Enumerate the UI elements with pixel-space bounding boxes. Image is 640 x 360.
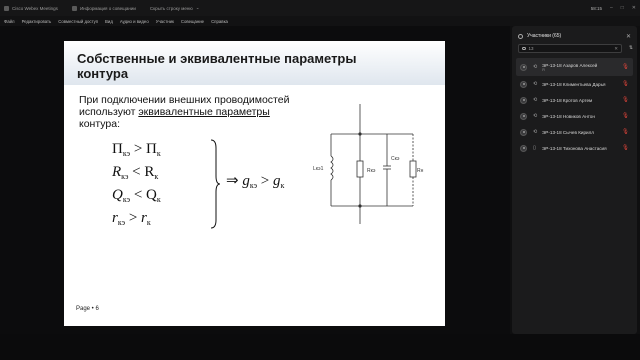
slide-page-number: Page • 6 bbox=[76, 306, 99, 312]
slide-underlined-term: эквивалентные параметры bbox=[138, 106, 270, 118]
formula-row: Rкэ < Rк bbox=[112, 164, 159, 181]
chevron-down-icon[interactable] bbox=[518, 33, 523, 39]
participants-title: Участники (65) bbox=[527, 33, 562, 39]
list-item[interactable]: ⟲ ЭР-13-18 Азаров Алексей Я 🎙︎ bbox=[516, 58, 633, 76]
participants-header: Участники (65) ✕ bbox=[518, 31, 631, 41]
muted-mic-icon[interactable]: 🎙︎ bbox=[622, 145, 629, 151]
sort-icon[interactable]: ⇅ bbox=[627, 44, 635, 53]
menu-edit[interactable]: Редактировать bbox=[22, 19, 52, 24]
menu-participant[interactable]: Участник bbox=[156, 19, 174, 24]
list-item[interactable]: ▯ ЭР-13-18 Тихонова Анастасия 🎙︎ bbox=[516, 140, 633, 156]
svg-text:Lкэ1: Lкэ1 bbox=[313, 166, 324, 172]
svg-text:Cкэ: Cкэ bbox=[391, 156, 400, 162]
menu-help[interactable]: Справка bbox=[211, 19, 228, 24]
share-icon: ⟲ bbox=[533, 81, 538, 87]
webex-window: Cisco Webex Meetings Информация о совеща… bbox=[0, 0, 640, 360]
muted-mic-icon[interactable]: 🎙︎ bbox=[622, 64, 629, 70]
meeting-info-button[interactable]: Информация о совещании bbox=[71, 5, 136, 11]
formula-row: rкэ > rк bbox=[112, 210, 151, 227]
avatar bbox=[520, 112, 527, 120]
phone-icon: ▯ bbox=[533, 145, 536, 151]
app-title: Cisco Webex Meetings bbox=[4, 5, 58, 11]
slide-body-text: При подключении внешних проводимостей ис… bbox=[79, 94, 290, 130]
muted-mic-icon[interactable]: 🎙︎ bbox=[622, 81, 629, 87]
curly-brace bbox=[210, 139, 221, 229]
minimize-icon[interactable]: – bbox=[610, 5, 613, 11]
formula-row: Πкэ > Πк bbox=[112, 141, 161, 158]
list-item[interactable]: ⟲ ЭР-13-18 Новиков Антон 🎙︎ bbox=[516, 108, 633, 124]
avatar bbox=[520, 144, 527, 152]
avatar bbox=[520, 96, 527, 104]
avatar bbox=[520, 63, 527, 71]
hide-menu-button[interactable]: Скрыть строку меню ⌄ bbox=[150, 5, 200, 11]
circuit-diagram: Lкэ1 Rкэ Cкэ Rн bbox=[303, 94, 437, 228]
menu-audio-video[interactable]: Аудио и видео bbox=[120, 19, 149, 24]
list-item[interactable]: ⟲ ЭР-13-18 Сычев Кирилл 🎙︎ bbox=[516, 124, 633, 140]
close-icon[interactable]: ✕ bbox=[632, 5, 636, 11]
avatar bbox=[520, 80, 527, 88]
slide-title: Собственные и эквивалентные параметры ко… bbox=[77, 51, 357, 81]
share-icon: ⟲ bbox=[533, 129, 538, 135]
list-item[interactable]: ⟲ ЭР-13-18 Климентьева Дарья 🎙︎ bbox=[516, 76, 633, 92]
menu-bar: Файл Редактировать Совместный доступ Вид… bbox=[0, 16, 640, 26]
svg-text:Rкэ: Rкэ bbox=[367, 168, 376, 174]
menu-meeting[interactable]: Совещание bbox=[181, 19, 204, 24]
muted-mic-icon[interactable]: 🎙︎ bbox=[622, 97, 629, 103]
meeting-timer: 58:15 bbox=[590, 5, 602, 11]
muted-mic-icon[interactable]: 🎙︎ bbox=[622, 129, 629, 135]
clear-search-icon[interactable]: ✕ bbox=[614, 46, 618, 52]
muted-mic-icon[interactable]: 🎙︎ bbox=[622, 113, 629, 119]
info-icon bbox=[71, 5, 77, 11]
participants-list: ⟲ ЭР-13-18 Азаров Алексей Я 🎙︎ ⟲ ЭР-13-18… bbox=[516, 58, 633, 156]
svg-text:Rн: Rн bbox=[417, 168, 424, 174]
share-icon: ⟲ bbox=[533, 64, 538, 70]
title-bar: Cisco Webex Meetings Информация о совеща… bbox=[0, 0, 640, 16]
chevron-down-icon: ⌄ bbox=[195, 5, 200, 10]
close-icon[interactable]: ✕ bbox=[626, 33, 631, 40]
participant-search-input[interactable]: 13 ✕ bbox=[518, 44, 622, 53]
menu-share[interactable]: Совместный доступ bbox=[58, 19, 98, 24]
inequality-list: Πкэ > Πк Rкэ < Rк Qкэ < Qк rкэ > rк bbox=[112, 138, 161, 230]
bottom-strip bbox=[0, 334, 640, 360]
share-icon: ⟲ bbox=[533, 113, 538, 119]
menu-view[interactable]: Вид bbox=[105, 19, 113, 24]
share-icon: ⟲ bbox=[533, 97, 538, 103]
implication-formula: ⇒ gкэ > gк bbox=[226, 173, 285, 190]
menu-file[interactable]: Файл bbox=[4, 19, 15, 24]
avatar bbox=[520, 128, 527, 136]
formula-row: Qкэ < Qк bbox=[112, 187, 161, 204]
list-item[interactable]: ⟲ ЭР-13-18 Кротов Артем 🎙︎ bbox=[516, 92, 633, 108]
maximize-icon[interactable]: □ bbox=[621, 5, 624, 11]
participants-panel: Участники (65) ✕ 13 ✕ ⇅ ⟲ ЭР-13-18 Азаро… bbox=[512, 26, 637, 334]
search-icon bbox=[522, 46, 526, 51]
presentation-slide: Собственные и эквивалентные параметры ко… bbox=[64, 41, 445, 326]
webex-logo-icon bbox=[4, 5, 9, 11]
